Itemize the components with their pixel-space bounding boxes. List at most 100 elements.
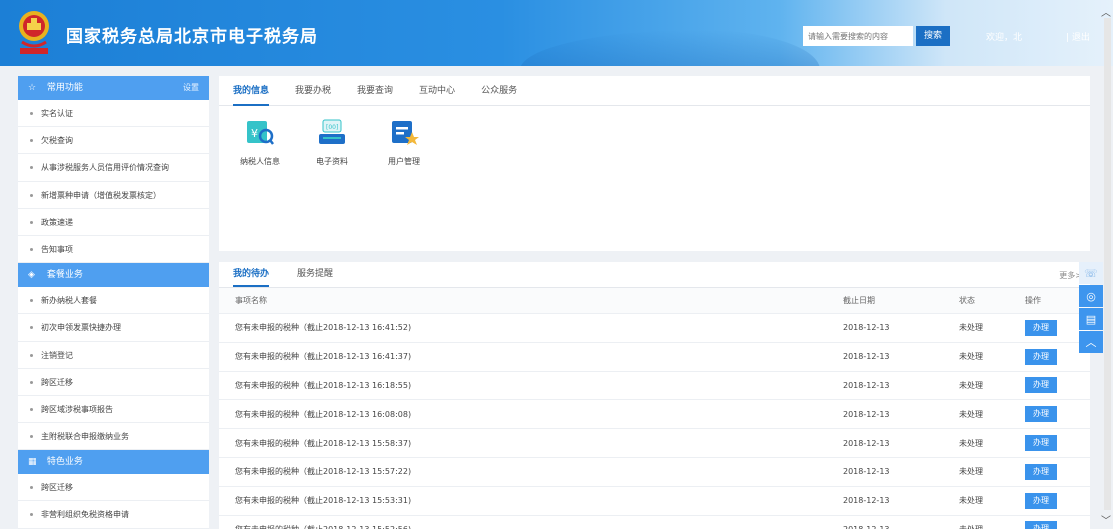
star-icon: ☆ [28, 83, 37, 93]
sidebar-item-label: 从事涉税服务人员信用评价情况查询 [41, 163, 169, 173]
tab-service-reminder[interactable]: 服务提醒 [297, 261, 333, 287]
table-row: 您有未申报的税种（截止2018-12-13 15:53:31) 2018-12-1… [219, 487, 1090, 516]
tab-query[interactable]: 我要查询 [357, 76, 393, 106]
handle-button[interactable]: 办理 [1025, 435, 1057, 452]
app-e-document[interactable]: [00] 电子资料 [309, 118, 355, 167]
sidebar-item-label: 政策速递 [41, 217, 73, 227]
table-row: 您有未申报的税种（截止2018-12-13 16:41:37) 2018-12-1… [219, 343, 1090, 372]
sidebar-item-label: 新办纳税人套餐 [41, 296, 97, 306]
weibo-icon[interactable]: ◎ [1079, 285, 1103, 307]
bullet-icon [30, 247, 33, 251]
bullet-icon [30, 299, 33, 303]
scroll-up-icon[interactable]: ︿ [1101, 4, 1111, 19]
sidebar-item-label: 跨区迁移 [41, 377, 73, 387]
sidebar-item[interactable]: 新增票种申请（增值税发票核定） [18, 182, 209, 209]
sidebar-section-common[interactable]: ☆ 常用功能 设置 [18, 76, 209, 100]
sidebar-item[interactable]: 从事涉税服务人员信用评价情况查询 [18, 154, 209, 182]
user-management-icon [392, 121, 419, 145]
sidebar-item[interactable]: 跨区迁移 [18, 369, 209, 396]
sidebar-item[interactable]: 政策速递 [18, 209, 209, 236]
sidebar-item-label: 注销登记 [41, 350, 73, 360]
bullet-icon [30, 139, 33, 143]
row-date: 2018-12-13 [843, 409, 890, 419]
sidebar-item[interactable]: 新办纳税人套餐 [18, 287, 209, 315]
handle-button[interactable]: 办理 [1025, 319, 1057, 336]
sidebar-item[interactable]: 欠税查询 [18, 127, 209, 155]
row-action-cell: 办理 [1025, 377, 1090, 394]
todo-tabs: 我的待办 服务提醒 更多> [219, 262, 1090, 288]
app-shortcuts: ¥ 纳税人信息 [00] 电子资料 用户管理 [219, 106, 1090, 167]
section-title: 套餐业务 [46, 270, 83, 281]
bullet-icon [30, 435, 33, 439]
tab-my-info[interactable]: 我的信息 [233, 76, 270, 106]
handle-button[interactable]: 办理 [1025, 348, 1057, 365]
app-label: 电子资料 [316, 157, 348, 166]
row-date: 2018-12-13 [843, 467, 890, 477]
row-action-cell: 办理 [1025, 521, 1090, 529]
row-status: 未处理 [959, 467, 983, 477]
row-status: 未处理 [959, 323, 983, 333]
bullet-icon [30, 112, 33, 115]
sidebar-item[interactable]: 跨区域涉税事项报告 [18, 396, 209, 424]
header-banner-decoration [520, 30, 820, 66]
row-date: 2018-12-13 [843, 323, 890, 333]
table-row: 您有未申报的税种（截止2018-12-13 16:18:55) 2018-12-1… [219, 372, 1090, 401]
row-name: 您有未申报的税种（截止2018-12-13 16:08:08) [235, 409, 412, 419]
bullet-icon [30, 326, 33, 330]
bullet-icon [30, 407, 33, 411]
logout-link[interactable]: | 退出 [1066, 30, 1090, 43]
sidebar-item[interactable]: 初次申领发票快捷办理 [18, 314, 209, 342]
sidebar-item[interactable]: 非营利组织免税资格申请 [18, 501, 209, 529]
search-input[interactable] [803, 26, 913, 46]
feedback-icon[interactable]: ▤ [1079, 308, 1103, 330]
handle-button[interactable]: 办理 [1025, 406, 1057, 423]
app-user-management[interactable]: 用户管理 [381, 118, 427, 167]
bullet-icon [30, 486, 33, 490]
row-name: 您有未申报的税种（截止2018-12-13 15:52:56) [219, 524, 843, 529]
settings-link[interactable]: 设置 [183, 76, 199, 100]
sidebar-item[interactable]: 实名认证 [18, 100, 209, 128]
search-button[interactable]: 搜索 [916, 26, 950, 46]
sidebar-section-package[interactable]: ◈ 套餐业务 [18, 263, 209, 288]
handle-button[interactable]: 办理 [1025, 463, 1057, 480]
tab-my-todo[interactable]: 我的待办 [233, 261, 270, 287]
handle-button[interactable]: 办理 [1025, 521, 1057, 529]
tab-interaction[interactable]: 互动中心 [419, 76, 455, 106]
sidebar-item-label: 告知事项 [41, 244, 73, 254]
svg-text:[00]: [00] [326, 124, 338, 131]
row-status: 未处理 [959, 496, 983, 506]
customer-service-icon[interactable]: ☏ [1079, 262, 1103, 284]
row-name: 您有未申报的税种（截止2018-12-13 16:18:55) [235, 380, 412, 390]
bullet-icon [30, 353, 33, 357]
info-tabs: 我的信息 我要办税 我要查询 互动中心 公众服务 [219, 76, 1090, 106]
bullet-icon [30, 193, 33, 197]
sidebar-item[interactable]: 主附税联合申报缴纳业务 [18, 423, 209, 451]
tab-tax-handling[interactable]: 我要办税 [295, 76, 331, 106]
site-title: 国家税务总局北京市电子税务局 [66, 27, 318, 47]
back-to-top-icon[interactable]: ︿ [1079, 331, 1103, 353]
table-row: 您有未申报的税种（截止2018-12-13 16:08:08) 2018-12-1… [219, 400, 1090, 430]
welcome-text: 欢迎，北 [986, 33, 1023, 43]
sidebar-item-label: 初次申领发票快捷办理 [41, 323, 121, 333]
sidebar-item[interactable]: 跨区迁移 [18, 474, 209, 502]
col-name: 事项名称 [235, 296, 267, 305]
row-name: 您有未申报的税种（截止2018-12-13 15:58:37) [235, 438, 412, 448]
handle-button[interactable]: 办理 [1025, 492, 1057, 509]
row-status: 未处理 [959, 352, 983, 362]
app-label: 用户管理 [388, 157, 420, 166]
floating-toolbar: ☏ ◎ ▤ ︿ [1079, 262, 1103, 354]
bullet-icon [30, 513, 33, 517]
sidebar-item[interactable]: 注销登记 [18, 342, 209, 369]
tab-public-service[interactable]: 公众服务 [481, 76, 517, 106]
sidebar-section-special[interactable]: ▦ 特色业务 [18, 450, 209, 475]
app-taxpayer-info[interactable]: ¥ 纳税人信息 [237, 118, 283, 167]
app-label: 纳税人信息 [240, 157, 280, 166]
handle-button[interactable]: 办理 [1025, 377, 1057, 394]
scroll-down-icon[interactable]: ﹀ [1101, 512, 1111, 527]
bullet-icon [30, 380, 33, 384]
page-scrollbar[interactable] [1104, 18, 1111, 510]
table-header: 事项名称 截止日期 状态 操作 [219, 288, 1090, 314]
row-action-cell: 办理 [1025, 492, 1090, 509]
todo-panel: 我的待办 服务提醒 更多> 事项名称 截止日期 状态 操作 您有未申报的税种（截… [219, 262, 1090, 529]
sidebar-item[interactable]: 告知事项 [18, 236, 209, 264]
